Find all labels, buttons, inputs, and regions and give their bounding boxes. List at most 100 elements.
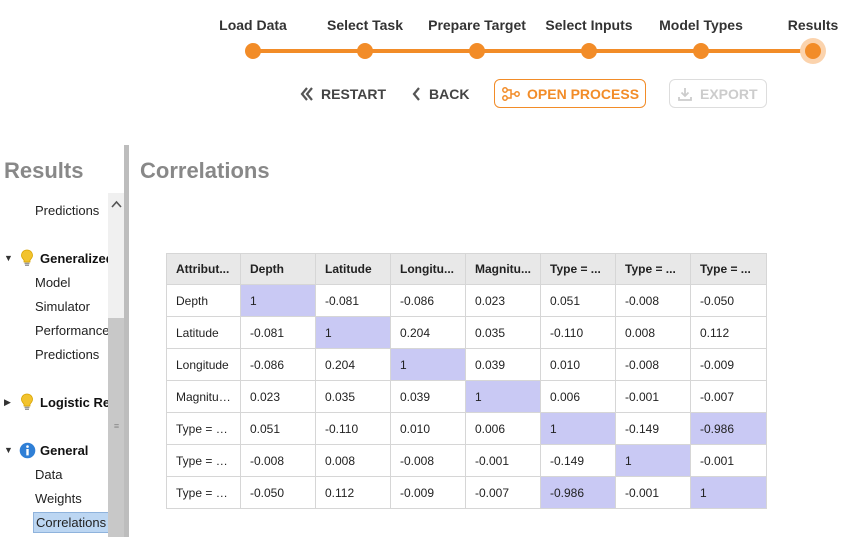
step-label[interactable]: Prepare Target [428, 17, 526, 33]
caret-right-icon[interactable]: ▶ [4, 397, 16, 408]
export-button[interactable]: EXPORT [669, 79, 767, 108]
table-cell: 0.023 [240, 380, 316, 413]
table-cell: 0.035 [315, 380, 391, 413]
table-cell: 0.006 [540, 380, 616, 413]
step-label[interactable]: Select Inputs [545, 17, 632, 33]
step-label[interactable]: Results [788, 17, 839, 33]
step-label[interactable]: Model Types [659, 17, 743, 33]
table-row: Type = E... 0.051 -0.110 0.010 0.006 1 -… [166, 412, 767, 445]
nav-item-simulator[interactable]: Simulator [35, 299, 90, 314]
open-process-label: OPEN PROCESS [527, 85, 640, 102]
nav-item-model[interactable]: Model [35, 275, 70, 290]
table-cell: 0.023 [465, 284, 541, 317]
nav-group-label: Logistic Reg [40, 394, 119, 410]
table-cell: 0.008 [615, 316, 691, 349]
table-cell: -0.149 [540, 444, 616, 477]
table-cell: 1 [240, 284, 316, 317]
table-cell: 1 [465, 380, 541, 413]
step-dot[interactable] [581, 43, 597, 59]
table-row: Type = N... -0.050 0.112 -0.009 -0.007 -… [166, 476, 767, 509]
row-header: Type = E... [166, 412, 241, 445]
nav-group-logistic-reg[interactable]: ▶ Logistic Reg [4, 393, 118, 411]
nav-item-performance[interactable]: Performance [35, 323, 109, 338]
open-process-button[interactable]: OPEN PROCESS [494, 79, 646, 108]
table-cell: -0.009 [390, 476, 466, 509]
table-cell: -0.001 [690, 444, 767, 477]
nav-splitter[interactable] [124, 145, 129, 537]
table-cell: 1 [315, 316, 391, 349]
table-cell: -0.081 [315, 284, 391, 317]
column-header[interactable]: Latitude [315, 253, 391, 285]
table-header-row: Attribut... Depth Latitude Longitu... Ma… [166, 253, 767, 285]
table-row: Magnitude 0.023 0.035 0.039 1 0.006 -0.0… [166, 380, 767, 413]
download-icon [677, 86, 693, 102]
table-cell: -0.008 [390, 444, 466, 477]
page-title: Correlations [140, 158, 270, 183]
nav-group-generalized[interactable]: ▼ Generalized [4, 249, 114, 267]
step-dot[interactable] [357, 43, 373, 59]
nav-title: Results [4, 158, 84, 183]
table-cell: -0.110 [315, 412, 391, 445]
table-cell: -0.086 [390, 284, 466, 317]
wizard-progress-line [253, 49, 813, 53]
column-header[interactable]: Longitu... [390, 253, 466, 285]
double-chevron-left-icon [300, 86, 314, 102]
row-header: Type = E... [166, 444, 241, 477]
table-cell: 0.006 [465, 412, 541, 445]
caret-down-icon[interactable]: ▼ [4, 445, 16, 455]
table-cell: -0.001 [615, 476, 691, 509]
table-cell: -0.009 [690, 348, 767, 381]
table-cell: 0.204 [315, 348, 391, 381]
row-header: Depth [166, 284, 241, 317]
nav-item-data[interactable]: Data [35, 467, 62, 482]
table-cell: 0.112 [690, 316, 767, 349]
row-header: Latitude [166, 316, 241, 349]
column-header[interactable]: Attribut... [166, 253, 241, 285]
table-row: Depth 1 -0.081 -0.086 0.023 0.051 -0.008… [166, 284, 767, 317]
nav-item-predictions[interactable]: Predictions [35, 347, 99, 362]
nav-item-correlations[interactable]: Correlations [33, 512, 110, 533]
table-cell: 0.008 [315, 444, 391, 477]
step-label[interactable]: Select Task [327, 17, 403, 33]
table-row: Latitude -0.081 1 0.204 0.035 -0.110 0.0… [166, 316, 767, 349]
restart-button[interactable]: RESTART [300, 79, 386, 108]
table-cell: -0.050 [240, 476, 316, 509]
column-header[interactable]: Magnitu... [465, 253, 541, 285]
step-dot[interactable] [245, 43, 261, 59]
table-cell: -0.986 [540, 476, 616, 509]
step-dot[interactable] [469, 43, 485, 59]
back-button[interactable]: BACK [412, 79, 469, 108]
correlation-matrix-table: Attribut... Depth Latitude Longitu... Ma… [166, 253, 767, 509]
column-header[interactable]: Type = ... [690, 253, 767, 285]
lightbulb-icon [18, 393, 36, 411]
table-cell: 0.039 [390, 380, 466, 413]
scroll-up-icon[interactable] [108, 193, 125, 215]
nav-group-general[interactable]: ▼ General [4, 441, 88, 459]
process-flow-icon [502, 86, 520, 101]
table-cell: 0.010 [540, 348, 616, 381]
table-cell: -0.008 [615, 284, 691, 317]
table-cell: 0.010 [390, 412, 466, 445]
table-cell: 0.035 [465, 316, 541, 349]
step-dot[interactable] [693, 43, 709, 59]
table-cell: 0.204 [390, 316, 466, 349]
step-dot-current[interactable] [805, 43, 821, 59]
nav-item-predictions-top[interactable]: Predictions [35, 203, 99, 218]
caret-down-icon[interactable]: ▼ [4, 253, 16, 263]
column-header[interactable]: Type = ... [540, 253, 616, 285]
scrollbar-grip-icon: ≡ [113, 421, 120, 431]
table-cell: -0.149 [615, 412, 691, 445]
row-header: Longitude [166, 348, 241, 381]
nav-scrollbar[interactable]: ≡ [108, 193, 125, 537]
row-header: Type = N... [166, 476, 241, 509]
column-header[interactable]: Depth [240, 253, 316, 285]
table-row: Type = E... -0.008 0.008 -0.008 -0.001 -… [166, 444, 767, 477]
restart-label: RESTART [321, 85, 387, 102]
column-header[interactable]: Type = ... [615, 253, 691, 285]
table-cell: -0.007 [690, 380, 767, 413]
step-label[interactable]: Load Data [219, 17, 287, 33]
table-cell: -0.008 [240, 444, 316, 477]
table-cell: 1 [690, 476, 767, 509]
table-cell: 1 [540, 412, 616, 445]
nav-item-weights[interactable]: Weights [35, 491, 82, 506]
